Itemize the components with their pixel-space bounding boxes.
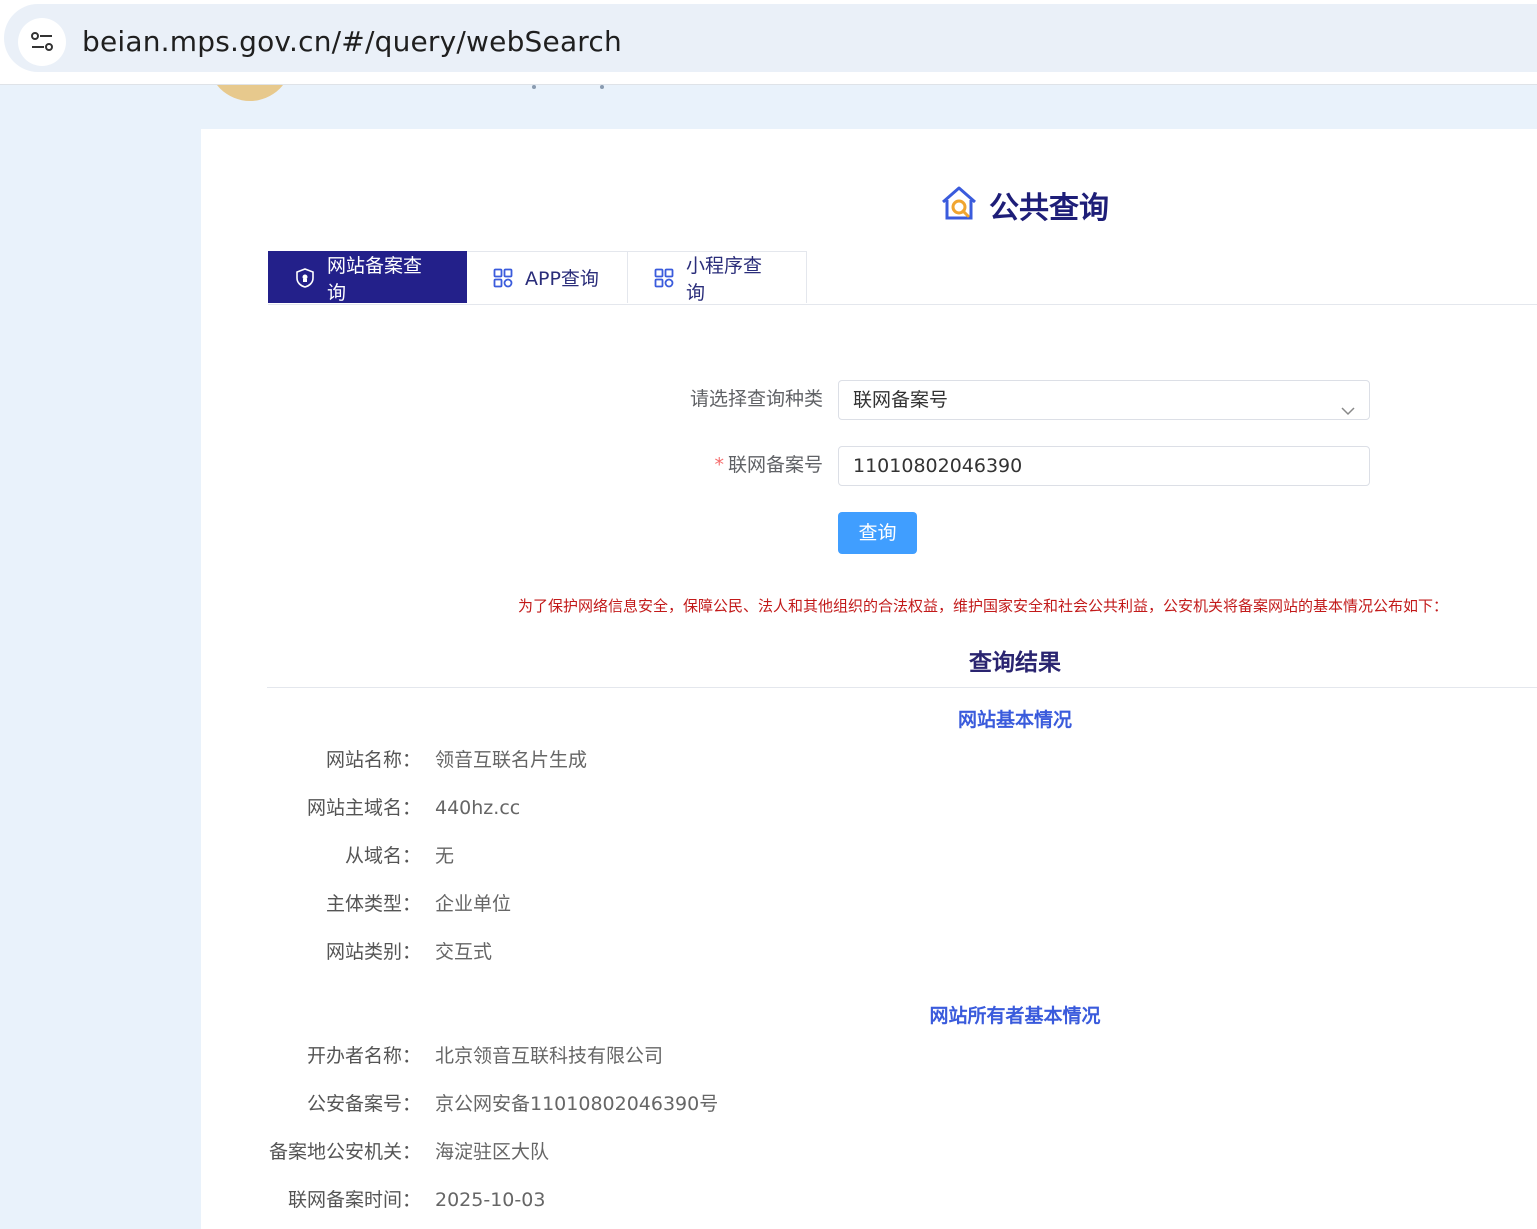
record-number-label-text: 联网备案号	[727, 454, 823, 476]
field-value: 无	[435, 845, 455, 867]
field-label: 网站类别：	[325, 941, 421, 963]
result-title: 查询结果	[969, 650, 1061, 676]
query-button[interactable]: 查询	[838, 512, 917, 554]
browser-toolbar: beian.mps.gov.cn/#/query/webSearch	[0, 0, 1537, 85]
address-bar[interactable]: beian.mps.gov.cn/#/query/webSearch	[4, 4, 1537, 72]
page-title: 公共查询	[939, 183, 1109, 227]
house-search-icon	[939, 184, 979, 226]
site-header	[0, 85, 1537, 129]
chevron-down-icon	[1341, 393, 1355, 431]
field-label: 网站名称：	[325, 749, 421, 771]
query-type-value: 联网备案号	[853, 389, 949, 411]
header-text-fragment	[532, 85, 536, 89]
field-label: 主体类型：	[325, 893, 421, 915]
query-type-select[interactable]: 联网备案号	[838, 380, 1370, 420]
grid-apps-icon	[654, 268, 674, 288]
record-number-value: 11010802046390	[853, 455, 1023, 477]
tab-website-record[interactable]: 网站备案查询	[268, 251, 467, 304]
tab-label: 小程序查询	[686, 254, 763, 304]
field-label: 备案地公安机关：	[268, 1141, 421, 1163]
grid-apps-icon	[493, 268, 513, 288]
field-label: 网站主域名：	[306, 797, 421, 819]
field-value: 交互式	[435, 941, 493, 963]
tab-mini-program[interactable]: 小程序查询	[628, 251, 807, 304]
logo	[208, 85, 292, 101]
required-mark: *	[714, 454, 724, 476]
tab-app[interactable]: APP查询	[467, 251, 628, 303]
field-label: 联网备案时间：	[287, 1189, 421, 1211]
field-label: 公安备案号：	[306, 1093, 421, 1115]
header-text-fragment	[600, 85, 604, 89]
field-value: 北京领音互联科技有限公司	[435, 1045, 664, 1067]
field-value: 京公网安备11010802046390号	[435, 1093, 719, 1115]
field-label: 开办者名称：	[306, 1045, 421, 1067]
field-label: 从域名：	[344, 845, 421, 867]
tabs-divider	[268, 304, 1537, 305]
owner-info-title: 网站所有者基本情况	[929, 1005, 1101, 1027]
basic-info-title: 网站基本情况	[957, 709, 1072, 731]
url-text[interactable]: beian.mps.gov.cn/#/query/webSearch	[82, 22, 622, 62]
page-title-text: 公共查询	[989, 191, 1109, 226]
query-type-label: 请选择查询种类	[689, 388, 823, 410]
field-value: 海淀驻区大队	[435, 1141, 550, 1163]
site-info-icon[interactable]	[18, 18, 66, 66]
shield-icon	[295, 267, 315, 288]
field-value: 440hz.cc	[435, 797, 521, 819]
tab-label: APP查询	[525, 268, 599, 290]
field-value: 领音互联名片生成	[435, 749, 588, 771]
field-value: 2025-10-03	[435, 1189, 546, 1211]
record-number-label: * 联网备案号	[563, 445, 823, 485]
tab-label: 网站备案查询	[327, 254, 423, 304]
query-tabs: 网站备案查询 APP查询 小程序查询	[268, 251, 807, 305]
query-card: 公共查询 网站备案查询 APP查询 小程序查询 请选择查询种类 联网备案号 * …	[201, 129, 1537, 1229]
result-divider	[267, 687, 1537, 688]
field-value: 企业单位	[435, 893, 512, 915]
record-number-input[interactable]: 11010802046390	[838, 446, 1370, 486]
public-notice: 为了保护网络信息安全，保障公民、法人和其他组织的合法权益，维护国家安全和社会公共…	[518, 597, 1449, 615]
